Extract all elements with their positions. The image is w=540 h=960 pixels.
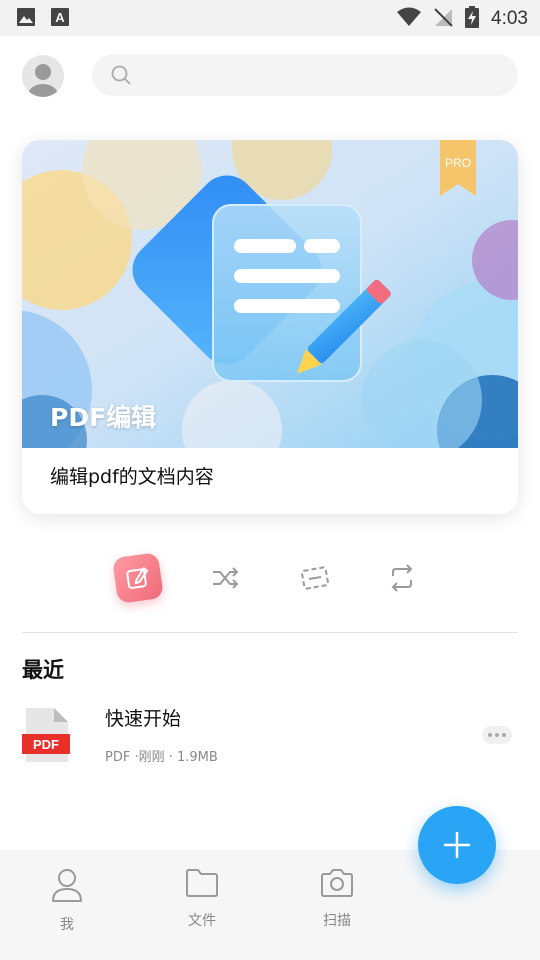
search-input[interactable] [140, 54, 500, 96]
more-options-button[interactable] [482, 726, 512, 744]
edit-icon [126, 567, 149, 589]
image-notification-icon [16, 7, 36, 31]
camera-icon [321, 869, 353, 897]
file-name: 快速开始 [105, 708, 182, 730]
tool-edit-button[interactable] [112, 552, 164, 604]
wifi-icon [397, 7, 422, 31]
banner-title: PDF编辑 [50, 403, 157, 432]
divider [22, 632, 518, 633]
plus-icon [443, 831, 471, 859]
person-avatar-icon [28, 64, 58, 97]
header [0, 36, 540, 116]
recent-section-title: 最近 [22, 658, 64, 682]
font-notification-icon: A [50, 7, 70, 31]
tool-convert-button[interactable] [376, 552, 428, 604]
list-item[interactable]: PDF 快速开始 PDF ·刚刚 · 1.9MB [0, 696, 540, 776]
card-description: 编辑pdf的文档内容 [50, 466, 214, 488]
scan-frame-icon [300, 566, 330, 590]
search-bar[interactable] [92, 54, 518, 96]
pro-badge: PRO [440, 140, 476, 196]
pdf-type-label: PDF [33, 737, 59, 752]
status-bar: A 4:03 [0, 0, 540, 36]
folder-icon [186, 869, 218, 897]
nav-item-files[interactable]: 文件 [162, 868, 242, 930]
add-button[interactable] [418, 806, 496, 884]
more-icon [488, 733, 492, 737]
status-time: 4:03 [491, 8, 528, 29]
banner-image: PRO PDF编辑 [22, 140, 518, 448]
pdf-file-icon: PDF [22, 708, 72, 762]
file-meta: PDF ·刚刚 · 1.9MB [105, 750, 218, 765]
tool-row [0, 548, 540, 608]
tool-shuffle-button[interactable] [200, 552, 252, 604]
nav-item-scan[interactable]: 扫描 [297, 868, 377, 930]
shuffle-icon [213, 567, 239, 589]
nav-label-scan: 扫描 [323, 913, 351, 929]
tool-scan-frame-button[interactable] [289, 552, 341, 604]
nav-label-files: 文件 [188, 913, 216, 929]
pdf-edit-card[interactable]: PRO PDF编辑 编辑pdf的文档内容 [22, 140, 518, 514]
nav-item-me[interactable]: 我 [27, 868, 107, 934]
nav-label-me: 我 [60, 917, 74, 933]
convert-icon [391, 564, 413, 592]
svg-text:A: A [55, 10, 65, 25]
no-signal-icon [433, 7, 453, 31]
avatar[interactable] [22, 55, 64, 97]
person-icon [52, 869, 82, 902]
pro-badge-label: PRO [444, 156, 471, 170]
search-icon [111, 65, 131, 85]
battery-charging-icon [465, 6, 480, 32]
